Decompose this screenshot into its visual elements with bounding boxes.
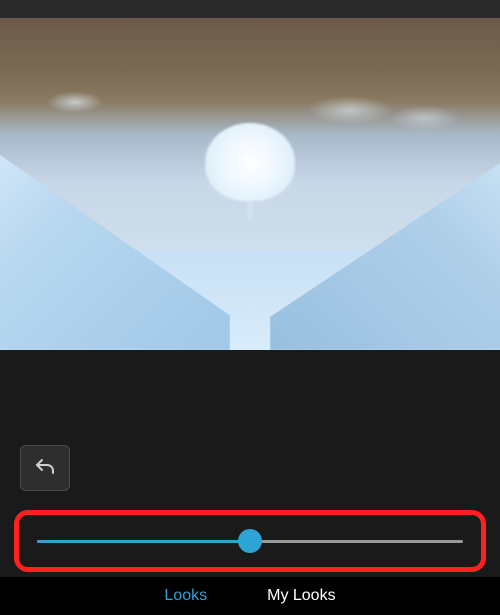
tab-my-looks[interactable]: My Looks xyxy=(267,587,335,605)
slider-thumb[interactable] xyxy=(238,529,262,553)
slider-fill xyxy=(37,540,250,543)
slider-highlight-annotation xyxy=(14,510,486,572)
tree-decoration xyxy=(205,123,295,218)
top-bar xyxy=(0,0,500,18)
undo-icon xyxy=(33,456,57,480)
intensity-slider[interactable] xyxy=(37,531,463,551)
undo-button[interactable] xyxy=(20,445,70,491)
tabs-row: Looks My Looks xyxy=(0,577,500,615)
image-preview[interactable] xyxy=(0,18,500,350)
hill-right-decoration xyxy=(270,130,500,350)
tab-looks[interactable]: Looks xyxy=(164,587,207,605)
